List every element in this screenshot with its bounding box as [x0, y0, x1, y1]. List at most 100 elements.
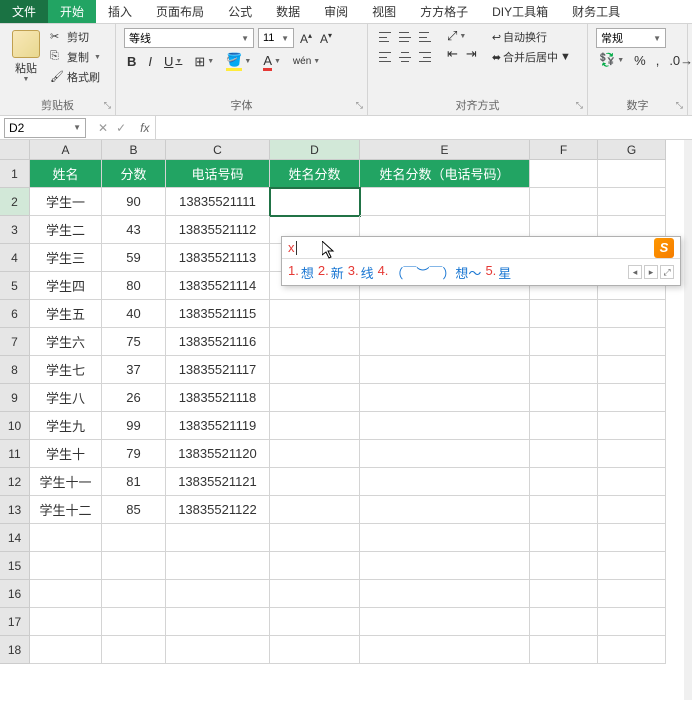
cell-A12[interactable]: 学生十一: [30, 468, 102, 496]
cell-G7[interactable]: [598, 328, 666, 356]
cell-C2[interactable]: 13835521111: [166, 188, 270, 216]
cell-D15[interactable]: [270, 552, 360, 580]
row-header-1[interactable]: 1: [0, 160, 30, 188]
ime-prev-button[interactable]: ◂: [628, 265, 642, 279]
cell-C12[interactable]: 13835521121: [166, 468, 270, 496]
cell-A8[interactable]: 学生七: [30, 356, 102, 384]
cell-C18[interactable]: [166, 636, 270, 664]
cell-D9[interactable]: [270, 384, 360, 412]
ime-candidate-3[interactable]: 3.线: [348, 263, 374, 282]
cell-C17[interactable]: [166, 608, 270, 636]
cell-B11[interactable]: 79: [102, 440, 166, 468]
cell-B12[interactable]: 81: [102, 468, 166, 496]
cell-E11[interactable]: [360, 440, 530, 468]
cell-G17[interactable]: [598, 608, 666, 636]
cell-A5[interactable]: 学生四: [30, 272, 102, 300]
cell-E12[interactable]: [360, 468, 530, 496]
cell-E16[interactable]: [360, 580, 530, 608]
cell-B2[interactable]: 90: [102, 188, 166, 216]
cell-C5[interactable]: 13835521114: [166, 272, 270, 300]
border-button[interactable]: ⊞▼: [191, 54, 217, 70]
phonetic-button[interactable]: wén▼: [290, 56, 323, 67]
cell-E14[interactable]: [360, 524, 530, 552]
col-header-G[interactable]: G: [598, 140, 666, 160]
col-header-F[interactable]: F: [530, 140, 598, 160]
col-header-B[interactable]: B: [102, 140, 166, 160]
cell-E13[interactable]: [360, 496, 530, 524]
cell-B15[interactable]: [102, 552, 166, 580]
tab-insert[interactable]: 插入: [96, 0, 144, 23]
cell-G13[interactable]: [598, 496, 666, 524]
copy-button[interactable]: ⎘复制▼: [48, 48, 103, 66]
decrease-indent-button[interactable]: ⇤: [444, 46, 461, 62]
percent-button[interactable]: %: [631, 52, 649, 68]
cell-G18[interactable]: [598, 636, 666, 664]
cell-D7[interactable]: [270, 328, 360, 356]
row-header-10[interactable]: 10: [0, 412, 30, 440]
tab-data[interactable]: 数据: [264, 0, 312, 23]
row-header-4[interactable]: 4: [0, 244, 30, 272]
italic-button[interactable]: I: [145, 54, 155, 69]
tab-file[interactable]: 文件: [0, 0, 48, 23]
cell-A1[interactable]: 姓名: [30, 160, 102, 188]
cell-G11[interactable]: [598, 440, 666, 468]
underline-button[interactable]: U▼: [161, 54, 185, 69]
cell-B14[interactable]: [102, 524, 166, 552]
row-header-8[interactable]: 8: [0, 356, 30, 384]
cell-F12[interactable]: [530, 468, 598, 496]
cell-A7[interactable]: 学生六: [30, 328, 102, 356]
align-launcher[interactable]: ⤡: [576, 100, 583, 111]
cell-C11[interactable]: 13835521120: [166, 440, 270, 468]
cell-A18[interactable]: [30, 636, 102, 664]
ime-candidate-2[interactable]: 2.新: [318, 263, 344, 282]
cell-B18[interactable]: [102, 636, 166, 664]
align-bottom-button[interactable]: [416, 28, 434, 46]
cell-E18[interactable]: [360, 636, 530, 664]
cell-F1[interactable]: [530, 160, 598, 188]
row-header-18[interactable]: 18: [0, 636, 30, 664]
fill-color-button[interactable]: 🪣▼: [223, 52, 254, 71]
merge-center-button[interactable]: ⬌合并后居中▼: [490, 48, 573, 66]
align-center-button[interactable]: [396, 48, 414, 66]
cell-C3[interactable]: 13835521112: [166, 216, 270, 244]
cell-D16[interactable]: [270, 580, 360, 608]
clipboard-launcher[interactable]: ⤡: [104, 100, 111, 111]
number-launcher[interactable]: ⤡: [676, 100, 683, 111]
cell-B17[interactable]: [102, 608, 166, 636]
tab-home[interactable]: 开始: [48, 0, 96, 23]
tab-view[interactable]: 视图: [360, 0, 408, 23]
cancel-formula-icon[interactable]: ✕: [98, 121, 108, 135]
cell-C8[interactable]: 13835521117: [166, 356, 270, 384]
align-middle-button[interactable]: [396, 28, 414, 46]
row-header-16[interactable]: 16: [0, 580, 30, 608]
cell-B7[interactable]: 75: [102, 328, 166, 356]
cell-A6[interactable]: 学生五: [30, 300, 102, 328]
ime-candidate-5[interactable]: 5.星: [485, 263, 511, 282]
name-box[interactable]: D2▼: [4, 118, 86, 138]
fx-icon[interactable]: fx: [134, 121, 155, 135]
cell-B1[interactable]: 分数: [102, 160, 166, 188]
cell-G1[interactable]: [598, 160, 666, 188]
ime-next-button[interactable]: ▸: [644, 265, 658, 279]
col-header-C[interactable]: C: [166, 140, 270, 160]
cell-C9[interactable]: 13835521118: [166, 384, 270, 412]
cell-C14[interactable]: [166, 524, 270, 552]
cell-E2[interactable]: [360, 188, 530, 216]
cell-G8[interactable]: [598, 356, 666, 384]
cell-C16[interactable]: [166, 580, 270, 608]
cell-B16[interactable]: [102, 580, 166, 608]
ime-candidate-1[interactable]: 1.想: [288, 263, 314, 282]
cell-G15[interactable]: [598, 552, 666, 580]
cell-A17[interactable]: [30, 608, 102, 636]
tab-formulas[interactable]: 公式: [216, 0, 264, 23]
row-header-11[interactable]: 11: [0, 440, 30, 468]
accounting-format-button[interactable]: 💱▼: [596, 52, 627, 68]
cell-D14[interactable]: [270, 524, 360, 552]
cell-A2[interactable]: 学生一: [30, 188, 102, 216]
cell-E10[interactable]: [360, 412, 530, 440]
decrease-font-button[interactable]: A▾: [318, 31, 334, 46]
vertical-scrollbar[interactable]: [684, 140, 692, 700]
cell-F2[interactable]: [530, 188, 598, 216]
col-header-D[interactable]: D: [270, 140, 360, 160]
tab-review[interactable]: 审阅: [312, 0, 360, 23]
